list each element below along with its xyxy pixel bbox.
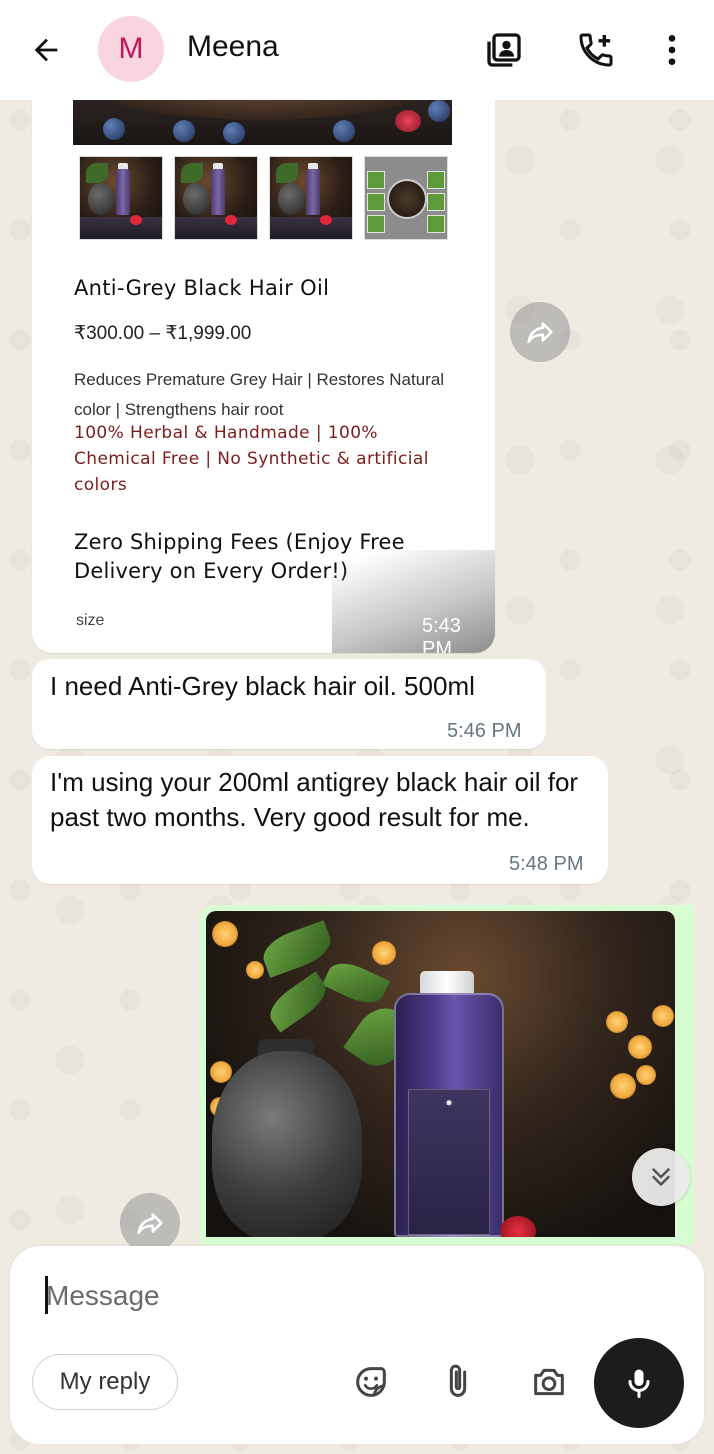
- message-text: I'm using your 200ml antigrey black hair…: [50, 767, 579, 832]
- product-photo[interactable]: ✸: [206, 911, 675, 1237]
- size-label: size: [76, 612, 105, 629]
- contact-card-button[interactable]: [480, 26, 528, 74]
- more-vertical-icon: [668, 35, 676, 65]
- message-text: I need Anti-Grey black hair oil. 500ml: [50, 671, 475, 701]
- contact-card-icon: [487, 33, 521, 67]
- forward-icon: [137, 1213, 163, 1235]
- product-thumbnail[interactable]: [364, 156, 448, 240]
- contact-name[interactable]: Meena: [187, 30, 279, 64]
- mic-icon: [628, 1369, 650, 1398]
- forward-button[interactable]: [120, 1193, 180, 1253]
- incoming-message[interactable]: I need Anti-Grey black hair oil. 500ml 5…: [32, 659, 546, 749]
- voice-message-button[interactable]: [594, 1338, 684, 1428]
- incoming-message[interactable]: I'm using your 200ml antigrey black hair…: [32, 756, 608, 884]
- camera-icon: [534, 1368, 564, 1396]
- product-thumbnail[interactable]: [79, 156, 163, 240]
- forward-button[interactable]: [510, 302, 570, 362]
- product-price: ₹300.00 – ₹1,999.00: [74, 323, 252, 344]
- back-button[interactable]: [24, 28, 68, 72]
- my-reply-chip[interactable]: My reply: [32, 1354, 178, 1410]
- avatar-letter: M: [118, 32, 144, 65]
- product-highlight: 100% Herbal & Handmade | 100% Chemical F…: [74, 423, 429, 495]
- message-input[interactable]: [46, 1266, 446, 1326]
- add-call-button[interactable]: [572, 26, 620, 74]
- product-thumbnail[interactable]: [269, 156, 353, 240]
- arrow-left-icon: [34, 38, 58, 62]
- menu-button[interactable]: [648, 26, 696, 74]
- scroll-to-bottom-button[interactable]: [632, 1148, 690, 1206]
- link-preview-message[interactable]: Anti-Grey Black Hair Oil ₹300.00 – ₹1,99…: [32, 100, 495, 653]
- text-caret: [45, 1276, 48, 1314]
- my-reply-label: My reply: [59, 1368, 151, 1395]
- message-time: 5:46 PM: [447, 720, 522, 742]
- camera-button[interactable]: [525, 1358, 573, 1406]
- product-hero-image[interactable]: [73, 100, 452, 145]
- sticker-icon: [356, 1367, 386, 1397]
- forward-icon: [527, 322, 553, 344]
- sticker-button[interactable]: [347, 1358, 395, 1406]
- avatar[interactable]: M: [98, 16, 164, 82]
- message-composer: My reply: [10, 1246, 704, 1444]
- message-time: 5:43 PM: [422, 615, 461, 653]
- chat-header: M Meena: [0, 0, 714, 100]
- product-thumbnail[interactable]: [174, 156, 258, 240]
- double-chevron-down-icon: [652, 1168, 670, 1186]
- product-description: Reduces Premature Grey Hair | Restores N…: [74, 370, 445, 419]
- paperclip-icon: [449, 1364, 467, 1397]
- add-call-icon: [579, 33, 613, 67]
- attach-button[interactable]: [434, 1358, 482, 1406]
- product-title: Anti-Grey Black Hair Oil: [74, 276, 330, 300]
- message-time: 5:48 PM: [509, 853, 584, 875]
